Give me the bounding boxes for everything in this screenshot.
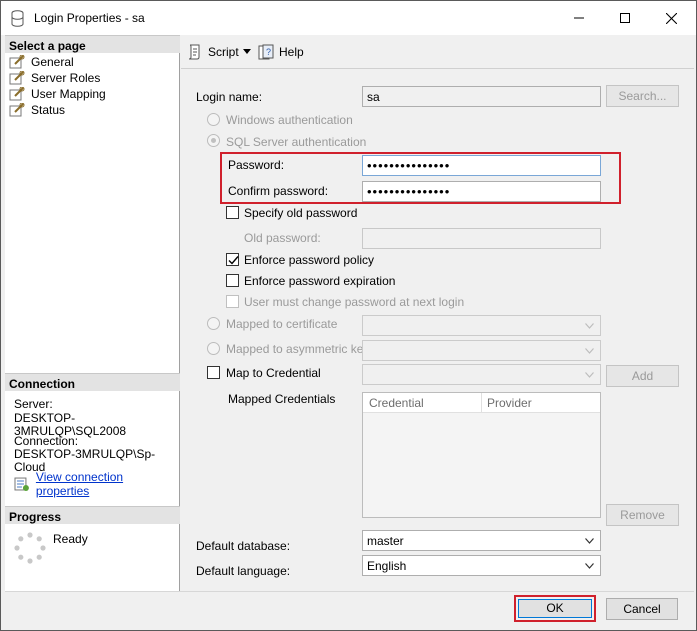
server-label: Server: <box>14 397 53 411</box>
login-name-input[interactable]: sa <box>362 86 601 107</box>
enforce-expiration-label: Enforce password expiration <box>244 274 396 288</box>
grid-col-credential[interactable]: Credential <box>369 396 424 410</box>
script-icon <box>188 44 200 60</box>
select-page-header: Select a page <box>5 35 180 53</box>
view-connection-properties[interactable]: View connection properties <box>14 470 179 498</box>
help-button[interactable]: ? Help <box>258 44 304 60</box>
windows-auth-radio[interactable] <box>207 113 220 126</box>
script-button[interactable]: Script <box>187 44 239 60</box>
grid-col-separator <box>481 393 482 412</box>
script-label: Script <box>208 45 239 59</box>
sql-auth-radio[interactable] <box>207 134 220 147</box>
page-item-status[interactable]: Status <box>9 102 65 118</box>
wrench-page-icon <box>9 55 25 69</box>
map-credential-select[interactable] <box>362 364 601 385</box>
grid-header: Credential Provider <box>363 393 600 413</box>
must-change-checkbox[interactable] <box>226 295 239 308</box>
page-label: Status <box>31 103 66 117</box>
grid-col-provider[interactable]: Provider <box>487 396 532 410</box>
login-properties-window: Login Properties - sa Select a page Gene… <box>0 0 697 631</box>
wrench-page-icon <box>9 103 25 117</box>
checkmark-icon <box>228 256 239 265</box>
mapped-asym-radio[interactable] <box>207 342 220 355</box>
close-button[interactable] <box>648 1 694 35</box>
add-button[interactable]: Add <box>606 365 679 387</box>
specify-old-password-label: Specify old password <box>244 206 358 220</box>
help-label: Help <box>279 45 304 59</box>
enforce-expiration-checkbox[interactable] <box>226 274 239 287</box>
maximize-icon <box>620 13 630 23</box>
mapped-cert-select[interactable] <box>362 315 601 336</box>
remove-button[interactable]: Remove <box>606 504 679 526</box>
specify-old-password-checkbox[interactable] <box>226 206 239 219</box>
mapped-asym-label: Mapped to asymmetric key <box>226 342 370 356</box>
page-label: User Mapping <box>31 87 106 101</box>
confirm-password-label: Confirm password: <box>228 184 329 198</box>
chevron-down-icon <box>585 563 594 569</box>
progress-status: Ready <box>53 532 88 546</box>
page-item-user-mapping[interactable]: User Mapping <box>9 86 106 102</box>
mapped-credentials-grid[interactable]: Credential Provider <box>362 392 601 518</box>
confirm-password-input[interactable]: ••••••••••••••• <box>362 181 601 202</box>
maximize-button[interactable] <box>602 1 648 35</box>
title-bar: Login Properties - sa <box>1 1 696 35</box>
sql-auth-label: SQL Server authentication <box>226 135 367 149</box>
chevron-down-icon[interactable] <box>243 49 251 54</box>
cancel-button[interactable]: Cancel <box>606 598 678 620</box>
password-label: Password: <box>228 158 285 172</box>
must-change-label: User must change password at next login <box>244 295 465 309</box>
default-database-select[interactable]: master <box>362 530 601 551</box>
view-connection-link[interactable]: View connection properties <box>36 470 179 498</box>
default-database-value: master <box>367 534 404 548</box>
minimize-button[interactable] <box>556 1 602 35</box>
search-button[interactable]: Search... <box>606 85 679 107</box>
windows-auth-label: Windows authentication <box>226 113 353 127</box>
left-pane: Select a page General Server Roles User … <box>5 35 180 591</box>
page-item-general[interactable]: General <box>9 54 74 70</box>
old-password-input[interactable] <box>362 228 601 249</box>
window-title: Login Properties - sa <box>34 11 145 25</box>
default-database-label: Default database: <box>196 539 291 553</box>
old-password-label: Old password: <box>244 231 321 245</box>
progress-spinner-icon <box>14 532 46 564</box>
svg-text:?: ? <box>266 47 271 57</box>
mapped-cert-label: Mapped to certificate <box>226 317 338 331</box>
help-icon: ? <box>258 44 274 60</box>
chevron-down-icon <box>585 323 594 329</box>
page-label: General <box>31 55 74 69</box>
default-language-label: Default language: <box>196 564 291 578</box>
close-icon <box>665 12 677 24</box>
password-input[interactable]: ••••••••••••••• <box>362 155 601 176</box>
progress-header: Progress <box>5 506 180 524</box>
toolbar: Script ? Help <box>181 35 694 69</box>
mapped-asym-select[interactable] <box>362 340 601 361</box>
wrench-page-icon <box>9 71 25 85</box>
minimize-icon <box>574 17 584 19</box>
chevron-down-icon <box>585 348 594 354</box>
default-language-value: English <box>367 559 407 573</box>
page-item-server-roles[interactable]: Server Roles <box>9 70 100 86</box>
page-label: Server Roles <box>31 71 101 85</box>
default-language-select[interactable]: English <box>362 555 601 576</box>
database-icon <box>11 10 24 27</box>
connection-properties-icon <box>14 477 29 491</box>
login-name-label: Login name: <box>196 90 263 104</box>
mapped-cert-radio[interactable] <box>207 317 220 330</box>
ok-button[interactable]: OK <box>518 599 592 618</box>
chevron-down-icon <box>585 538 594 544</box>
connection-header: Connection <box>5 373 180 391</box>
enforce-policy-checkbox[interactable] <box>226 253 239 266</box>
map-credential-checkbox[interactable] <box>207 366 220 379</box>
ok-button-highlight: OK <box>514 595 596 622</box>
map-credential-label: Map to Credential <box>226 366 321 380</box>
enforce-policy-label: Enforce password policy <box>244 253 375 267</box>
wrench-page-icon <box>9 87 25 101</box>
chevron-down-icon <box>585 372 594 378</box>
mapped-credentials-label: Mapped Credentials <box>228 392 336 406</box>
